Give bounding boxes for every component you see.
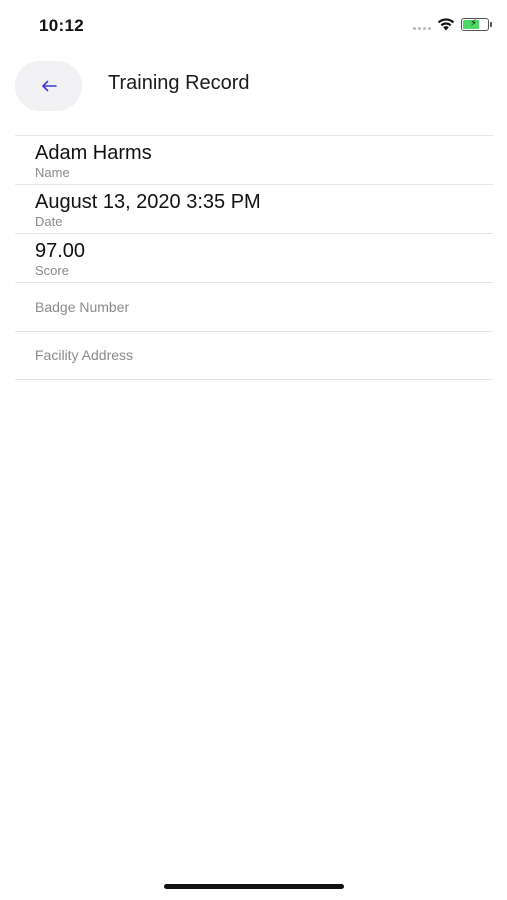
score-value: 97.00 [35,240,86,262]
back-button[interactable] [15,61,82,111]
battery-charging-icon: ⚡ [461,18,492,31]
badge-number-field[interactable]: Badge Number [15,283,493,332]
facility-address-field[interactable]: Facility Address [15,332,493,380]
home-indicator[interactable] [164,884,344,889]
signal-dots-icon [413,19,431,31]
arrow-left-icon [41,80,57,92]
status-icons: ⚡ [413,18,492,31]
date-label: Date [35,214,63,229]
score-label: Score [35,263,69,278]
wifi-icon [437,18,455,31]
date-value: August 13, 2020 3:35 PM [35,191,261,213]
name-label: Name [35,165,70,180]
status-time: 10:12 [39,16,84,35]
score-field[interactable]: 97.00 Score [15,234,493,283]
name-field[interactable]: Adam Harms Name [15,136,493,185]
facility-address-label: Facility Address [35,347,134,363]
status-bar: 10:12 ⚡ [0,0,507,50]
badge-number-label: Badge Number [35,299,130,315]
page-title: Training Record [108,72,250,94]
date-field[interactable]: August 13, 2020 3:35 PM Date [15,185,493,234]
name-value: Adam Harms [35,142,152,164]
header: Training Record [0,58,507,114]
